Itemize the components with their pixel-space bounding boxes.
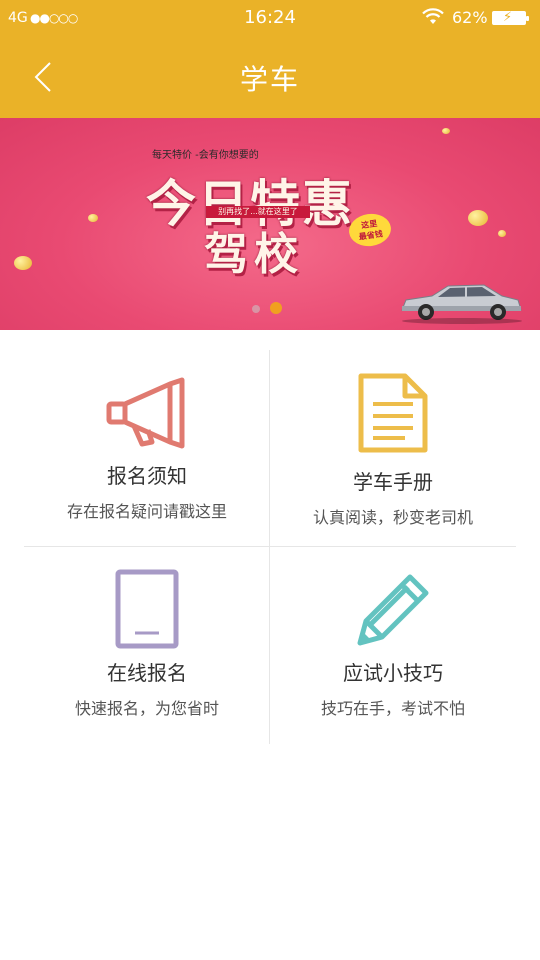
feature-description: 技巧在手，考试不怕 [320, 699, 465, 718]
document-icon [358, 373, 428, 453]
car-image [401, 284, 522, 324]
promo-banner[interactable]: 每天特价 -会有你想要的 今日特惠 别再找了...就在这里了 驾校 这里 最省钱 [0, 118, 540, 330]
feature-description: 快速报名，为您省时 [74, 699, 219, 718]
megaphone-icon [106, 377, 185, 449]
tablet-icon [115, 569, 179, 649]
page-title: 学车 [239, 63, 300, 96]
feature-name: 学车手册 [353, 470, 433, 494]
feature-online-registration[interactable]: 在线报名 快速报名，为您省时 [24, 547, 270, 743]
wifi-icon [422, 8, 444, 24]
banner-page-indicator[interactable] [252, 298, 292, 317]
feature-grid: 报名须知 存在报名疑问请戳这里 学车手册 认真阅读，秒变老司机 在线报名 快速报… [24, 350, 516, 744]
coin-decoration [468, 210, 488, 226]
feature-name: 报名须知 [107, 464, 187, 488]
banner-tagline: 每天特价 -会有你想要的 [152, 150, 259, 161]
feature-exam-tips[interactable]: 应试小技巧 技巧在手，考试不怕 [270, 547, 516, 743]
battery-charging-icon: ⚡ [492, 10, 529, 25]
banner-subheadline: 驾校 [204, 229, 304, 280]
feature-description: 存在报名疑问请戳这里 [66, 502, 227, 521]
feature-name: 在线报名 [107, 661, 187, 685]
battery-percent: 62% [452, 8, 488, 27]
title-bar: 学车 [0, 36, 540, 118]
banner-ribbon: 别再找了...就在这里了 [206, 206, 310, 218]
feature-description: 认真阅读，秒变老司机 [312, 508, 473, 527]
indicator-dot-active[interactable] [270, 301, 282, 314]
pencil-icon [357, 574, 429, 646]
feature-registration-notice[interactable]: 报名须知 存在报名疑问请戳这里 [24, 350, 270, 546]
coin-decoration [442, 128, 450, 134]
feature-name: 应试小技巧 [343, 661, 443, 685]
feature-driving-handbook[interactable]: 学车手册 认真阅读，秒变老司机 [270, 350, 516, 546]
indicator-dot[interactable] [252, 305, 260, 313]
coin-decoration [14, 256, 32, 270]
status-bar: 4G ●●○○○ 16:24 62% ⚡ [0, 0, 540, 36]
coin-decoration [88, 214, 98, 222]
app-header: 4G ●●○○○ 16:24 62% ⚡ 学车 [0, 0, 540, 118]
coin-decoration [498, 230, 506, 237]
